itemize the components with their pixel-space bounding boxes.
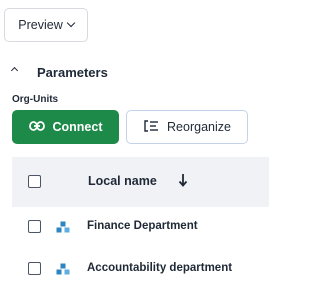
column-header-local-name[interactable]: Local name: [88, 174, 157, 188]
connect-button-label: Connect: [52, 120, 103, 134]
row-local-name: Accountability department: [87, 262, 233, 274]
preview-button[interactable]: Preview: [4, 8, 88, 42]
arrow-down-icon[interactable]: [178, 173, 188, 192]
reorganize-button-label: Reorganize: [167, 120, 231, 134]
chevron-down-icon: [66, 18, 75, 28]
table-row[interactable]: Accountability department: [12, 248, 269, 290]
table-header: Local name: [12, 157, 269, 207]
row-checkbox[interactable]: [28, 220, 41, 233]
select-all-checkbox[interactable]: [28, 175, 41, 188]
parameters-collapse-toggle[interactable]: [10, 65, 19, 75]
connect-button[interactable]: Connect: [12, 110, 119, 144]
org-unit-icon: [56, 220, 70, 238]
parameters-heading: Parameters: [37, 65, 108, 80]
reorganize-icon: [143, 119, 159, 135]
org-unit-icon: [56, 262, 70, 280]
table-row[interactable]: Finance Department: [12, 206, 269, 248]
chevron-up-icon: [10, 66, 19, 75]
org-units-label: Org-Units: [12, 94, 59, 105]
row-local-name: Finance Department: [87, 220, 198, 232]
preview-button-label: Preview: [18, 18, 63, 32]
link-icon: [28, 120, 45, 134]
reorganize-button[interactable]: Reorganize: [126, 110, 248, 144]
row-checkbox[interactable]: [28, 262, 41, 275]
